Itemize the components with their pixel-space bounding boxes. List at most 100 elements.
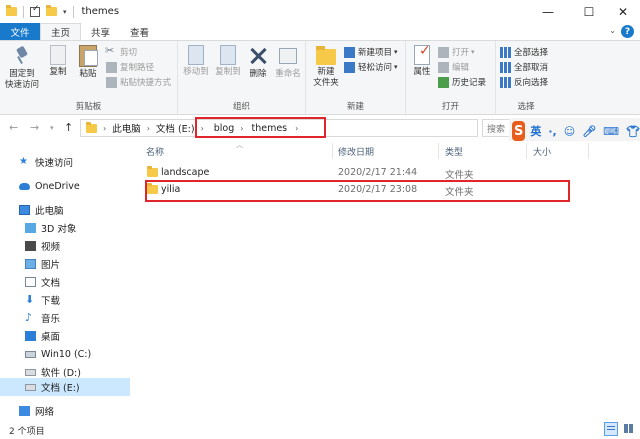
- large-icons-view-icon[interactable]: [622, 422, 636, 436]
- nav-3d-objects[interactable]: 3D 对象: [0, 219, 130, 237]
- column-divider[interactable]: [588, 143, 589, 159]
- column-header-size[interactable]: 大小: [533, 145, 551, 158]
- item-count: 2 个项目: [9, 426, 45, 437]
- clothes-icon[interactable]: 👕︎: [626, 125, 640, 138]
- new-folder-button[interactable]: 新建 文件夹: [310, 45, 342, 89]
- chevron-right-icon[interactable]: ›: [147, 124, 150, 133]
- move-to-button[interactable]: 移动到: [180, 45, 212, 78]
- details-view-icon[interactable]: [604, 422, 618, 436]
- edit-label: 编辑: [452, 63, 470, 73]
- pin-label: 固定到 快速访问: [4, 69, 39, 90]
- column-divider[interactable]: [332, 143, 333, 159]
- nav-item-label: Win10 (C:): [41, 348, 92, 360]
- new-group-label: 新建: [346, 102, 364, 112]
- microphone-icon[interactable]: 🎤︎: [582, 125, 596, 138]
- tab-view[interactable]: 查看: [120, 23, 159, 40]
- help-icon[interactable]: ?: [621, 25, 634, 38]
- forward-arrow-icon[interactable]: →: [30, 121, 39, 134]
- select-none-button[interactable]: 全部取消: [500, 60, 548, 74]
- nav-music[interactable]: ♪ 音乐: [0, 309, 130, 327]
- nav-documents[interactable]: 文档: [0, 273, 130, 291]
- column-header-modified[interactable]: 修改日期: [338, 145, 374, 158]
- ime-language-toggle[interactable]: 英: [530, 123, 541, 139]
- up-arrow-icon[interactable]: ↑: [64, 121, 73, 134]
- new-folder-label: 新建 文件夹: [313, 67, 339, 88]
- breadcrumb-drive-e[interactable]: 文档 (E:): [156, 121, 195, 135]
- nav-this-pc[interactable]: 此电脑: [0, 201, 130, 219]
- nav-pictures[interactable]: 图片: [0, 255, 130, 273]
- pin-to-quick-access-button[interactable]: 固定到 快速访问: [4, 45, 40, 91]
- chevron-right-icon[interactable]: ›: [103, 124, 106, 133]
- nav-onedrive[interactable]: OneDrive: [0, 177, 130, 195]
- copy-button[interactable]: 复制: [44, 45, 72, 78]
- paste-shortcut-icon: [106, 76, 117, 88]
- column-divider[interactable]: [438, 143, 439, 159]
- punctuation-icon[interactable]: ·,: [548, 125, 556, 138]
- new-folder-quick-icon[interactable]: [46, 5, 57, 16]
- breadcrumb-this-pc[interactable]: 此电脑: [112, 121, 141, 135]
- paste-button[interactable]: 粘贴: [74, 45, 102, 80]
- emoji-icon[interactable]: ☺: [564, 125, 575, 138]
- cloud-icon: [19, 182, 30, 190]
- minimize-button[interactable]: —: [525, 0, 571, 23]
- download-icon: ⬇: [25, 293, 35, 306]
- select-group: 全部选择 全部取消 反向选择 选择: [496, 41, 556, 115]
- video-icon: [25, 241, 36, 251]
- close-button[interactable]: ✕: [600, 0, 640, 23]
- nav-videos[interactable]: 视频: [0, 237, 130, 255]
- nav-network[interactable]: 网络: [0, 402, 130, 420]
- nav-item-label: 下载: [41, 296, 61, 307]
- new-item-icon: [344, 46, 355, 58]
- network-icon: [19, 406, 30, 416]
- nav-drive-e[interactable]: 文档 (E:): [0, 378, 130, 396]
- keyboard-icon[interactable]: ⌨: [603, 125, 619, 138]
- copy-to-icon: [220, 45, 236, 65]
- tab-home[interactable]: 主页: [40, 23, 82, 40]
- recent-locations-icon[interactable]: ▾: [50, 124, 54, 132]
- edit-button[interactable]: 编辑: [438, 60, 469, 74]
- nav-desktop[interactable]: 桌面: [0, 327, 130, 345]
- invert-selection-button[interactable]: 反向选择: [500, 75, 548, 89]
- open-button[interactable]: 打开 ▾: [438, 45, 475, 59]
- address-folder-icon: [86, 121, 97, 133]
- delete-label: 删除: [249, 69, 267, 79]
- nav-item-label: 图片: [41, 260, 61, 271]
- tab-file[interactable]: 文件: [0, 23, 40, 40]
- column-header-name[interactable]: 名称: [146, 145, 164, 158]
- select-all-button[interactable]: 全部选择: [500, 45, 548, 59]
- easy-access-button[interactable]: 轻松访问 ▾: [344, 60, 398, 74]
- ribbon: 固定到 快速访问 复制 粘贴 剪切 复制路径 粘贴快捷方式 剪贴板 移动到: [0, 40, 640, 115]
- window-title: themes: [81, 6, 120, 17]
- select-none-icon: [500, 61, 511, 73]
- paste-shortcut-button[interactable]: 粘贴快捷方式: [106, 75, 171, 89]
- tab-share[interactable]: 共享: [81, 23, 120, 40]
- select-none-label: 全部取消: [514, 63, 549, 73]
- rename-button[interactable]: 重命名: [272, 45, 304, 80]
- nav-quick-access[interactable]: ★ 快速访问: [0, 153, 130, 171]
- cut-button[interactable]: 剪切: [105, 44, 137, 59]
- customize-quick-access-icon[interactable]: ▾: [63, 8, 67, 16]
- properties-button[interactable]: 属性: [410, 45, 434, 78]
- back-arrow-icon[interactable]: ←: [9, 121, 18, 134]
- chevron-down-icon: ▾: [471, 48, 475, 56]
- select-all-label: 全部选择: [514, 48, 549, 58]
- nav-item-label: 音乐: [41, 314, 61, 325]
- nav-item-label: 快速访问: [35, 158, 74, 169]
- nav-downloads[interactable]: ⬇ 下载: [0, 291, 130, 309]
- delete-button[interactable]: 删除: [246, 45, 270, 80]
- new-item-label: 新建项目: [358, 48, 393, 58]
- history-button[interactable]: 历史记录: [438, 75, 486, 89]
- invert-selection-label: 反向选择: [514, 78, 549, 88]
- chevron-down-icon[interactable]: ⌄: [609, 26, 616, 35]
- copy-path-button[interactable]: 复制路径: [106, 60, 154, 74]
- nav-drive-c[interactable]: Win10 (C:): [0, 345, 130, 363]
- properties-quick-icon[interactable]: [30, 4, 40, 17]
- documents-icon: [25, 277, 36, 287]
- copy-label: 复制: [49, 67, 67, 77]
- table-row[interactable]: landscape 2020/2/17 21:44 文件夹: [140, 164, 580, 181]
- column-header-type[interactable]: 类型: [445, 145, 463, 158]
- sogou-logo-icon[interactable]: S: [512, 121, 526, 141]
- copy-to-button[interactable]: 复制到: [212, 45, 244, 78]
- new-item-button[interactable]: 新建项目 ▾: [344, 45, 398, 59]
- column-divider[interactable]: [526, 143, 527, 159]
